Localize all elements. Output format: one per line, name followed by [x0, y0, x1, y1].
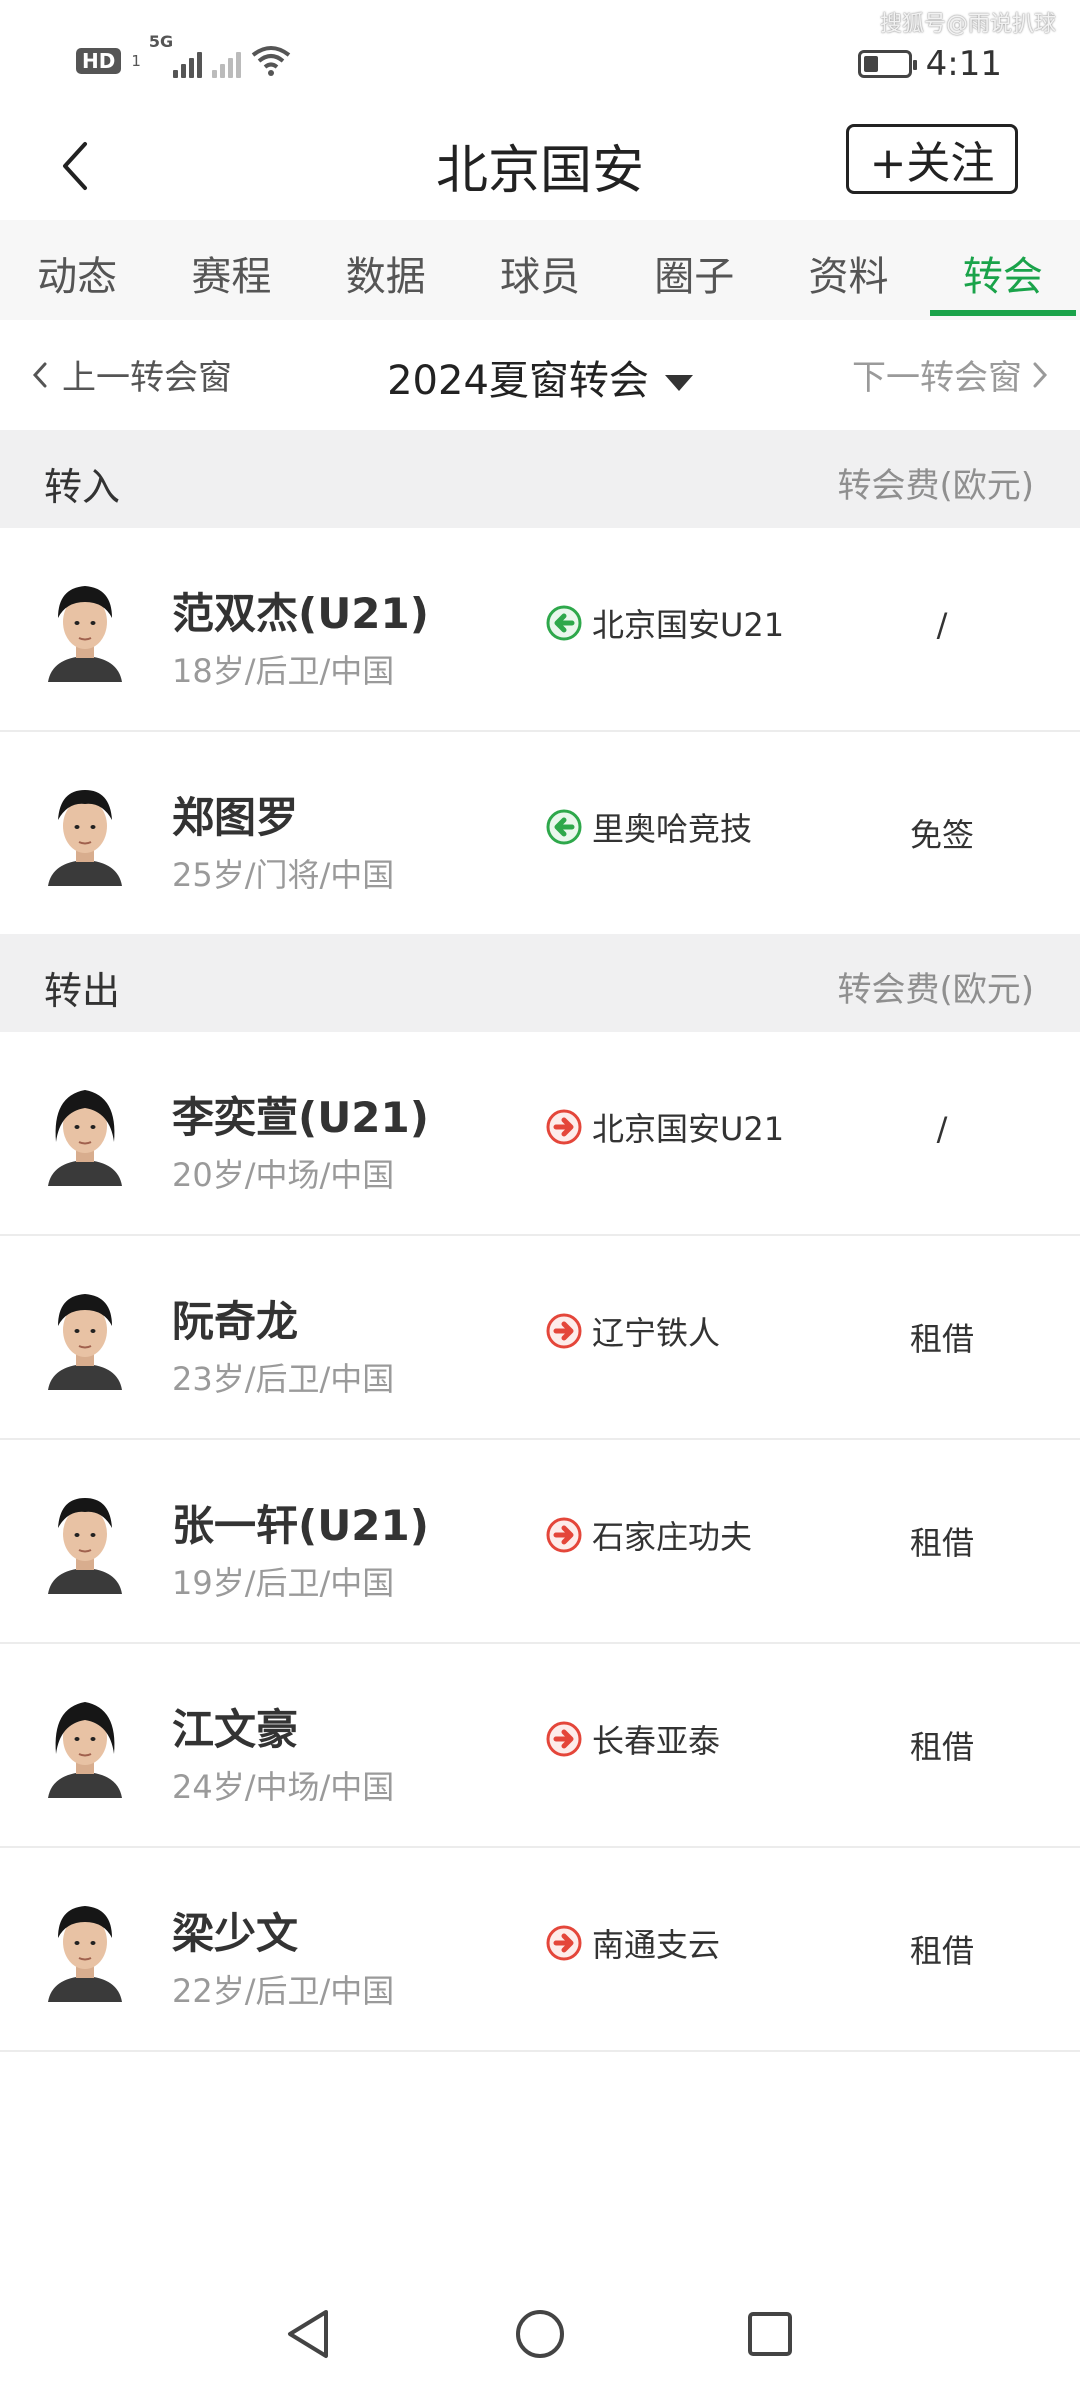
status-icons-left: HD 1 5G [76, 32, 291, 78]
player-avatar [44, 578, 126, 682]
transfer-row[interactable]: 张一轩(U21) 19岁/后卫/中国 石家庄功夫 租借 [0, 1440, 1080, 1644]
player-meta: 22岁/后卫/中国 [172, 1972, 395, 2010]
transfer-row[interactable]: 李奕萱(U21) 20岁/中场/中国 北京国安U21 / [0, 1032, 1080, 1236]
section-title: 转出 [44, 969, 121, 1013]
section-header-in: 转入 转会费(欧元) [0, 430, 1080, 528]
club-name: 长春亚泰 [592, 1722, 721, 1760]
dropdown-triangle-icon [664, 375, 693, 391]
player-name: 范双杰(U21) [172, 589, 429, 638]
app-header: 北京国安 +关注 [0, 110, 1080, 220]
clock: 4:11 [925, 44, 1002, 84]
circle-home-icon [516, 2310, 564, 2358]
tab-players[interactable]: 球员 [463, 220, 617, 320]
tab-transfers[interactable]: 转会 [926, 220, 1080, 320]
club-name: 南通支云 [592, 1926, 721, 1964]
transfer-row[interactable]: 范双杰(U21) 18岁/后卫/中国 北京国安U21 / [0, 528, 1080, 732]
player-name: 张一轩(U21) [172, 1501, 429, 1550]
player-meta: 24岁/中场/中国 [172, 1768, 395, 1806]
arrow-out-icon [546, 1721, 582, 1757]
status-icons-right: 4:11 [857, 44, 1002, 84]
network-type-label: 5G [148, 32, 174, 51]
player-name: 梁少文 [172, 1909, 299, 1958]
player-meta: 23岁/后卫/中国 [172, 1360, 395, 1398]
club-name: 北京国安U21 [592, 606, 785, 644]
triangle-back-icon [288, 2310, 328, 2358]
signal-sim2-icon [211, 44, 241, 78]
tab-stats[interactable]: 数据 [309, 220, 463, 320]
fee-column-header: 转会费(欧元) [837, 466, 1034, 506]
system-nav-bar [0, 2280, 1080, 2388]
arrow-in-icon [546, 605, 582, 641]
wifi-icon [251, 46, 291, 76]
follow-button[interactable]: +关注 [846, 124, 1018, 194]
section-header-out: 转出 转会费(欧元) [0, 934, 1080, 1032]
tab-community[interactable]: 圈子 [617, 220, 771, 320]
nav-back-button[interactable] [268, 2294, 348, 2374]
player-avatar [44, 1082, 126, 1186]
player-meta: 18岁/后卫/中国 [172, 652, 395, 690]
player-avatar [44, 1694, 126, 1798]
transfer-window-nav: 上一转会窗 2024夏窗转会 下一转会窗 [0, 320, 1080, 430]
signal-5g-icon: 5G [149, 32, 202, 78]
tab-info[interactable]: 资料 [771, 220, 925, 320]
transfer-fee: 免签 [909, 816, 974, 854]
player-avatar [44, 1286, 126, 1390]
arrow-out-icon [546, 1925, 582, 1961]
transfer-fee: 租借 [909, 1524, 974, 1562]
watermark: 搜狐号@雨说扒球 [879, 12, 1056, 37]
transfer-fee: 租借 [909, 1728, 974, 1766]
hd-sim-label: 1 [131, 52, 141, 70]
nav-recents-button[interactable] [730, 2294, 810, 2374]
club-cell: 长春亚泰 [546, 1716, 720, 1762]
tab-bar: 动态 赛程 数据 球员 圈子 资料 转会 [0, 220, 1080, 320]
arrow-out-icon [546, 1517, 582, 1553]
next-window-button[interactable]: 下一转会窗 [852, 350, 1048, 399]
player-name: 江文豪 [172, 1705, 299, 1754]
player-avatar [44, 1898, 126, 2002]
transfer-row[interactable]: 郑图罗 25岁/门将/中国 里奥哈竞技 免签 [0, 732, 1080, 936]
player-name: 郑图罗 [172, 793, 299, 842]
club-cell: 石家庄功夫 [546, 1512, 752, 1558]
player-avatar [44, 782, 126, 886]
club-cell: 南通支云 [546, 1920, 720, 1966]
club-cell: 北京国安U21 [546, 1104, 784, 1150]
player-meta: 19岁/后卫/中国 [172, 1564, 395, 1602]
club-cell: 北京国安U21 [546, 600, 784, 646]
status-bar: 搜狐号@雨说扒球 HD 1 5G 4:11 [0, 0, 1080, 110]
transfer-row[interactable]: 阮奇龙 23岁/后卫/中国 辽宁铁人 租借 [0, 1236, 1080, 1440]
tab-news[interactable]: 动态 [0, 220, 154, 320]
arrow-out-icon [546, 1109, 582, 1145]
section-title: 转入 [44, 465, 121, 509]
club-name: 辽宁铁人 [592, 1314, 721, 1352]
club-name: 北京国安U21 [592, 1110, 785, 1148]
arrow-in-icon [546, 809, 582, 845]
club-name: 石家庄功夫 [592, 1518, 753, 1556]
battery-icon [857, 50, 917, 78]
nav-home-button[interactable] [500, 2294, 580, 2374]
player-meta: 25岁/门将/中国 [172, 856, 395, 894]
chevron-right-icon [1033, 362, 1048, 387]
square-recents-icon [748, 2312, 792, 2356]
current-window-label: 2024夏窗转会 [387, 358, 649, 404]
club-cell: 里奥哈竞技 [546, 804, 752, 850]
transfer-fee: 租借 [909, 1320, 974, 1358]
player-meta: 20岁/中场/中国 [172, 1156, 395, 1194]
player-avatar [44, 1490, 126, 1594]
transfer-row[interactable]: 江文豪 24岁/中场/中国 长春亚泰 租借 [0, 1644, 1080, 1848]
transfer-fee: / [936, 1110, 948, 1148]
hd-icon: HD [76, 48, 122, 74]
transfer-fee: 租借 [909, 1932, 974, 1970]
player-name: 阮奇龙 [172, 1297, 299, 1346]
club-name: 里奥哈竞技 [592, 810, 753, 848]
next-window-label: 下一转会窗 [852, 358, 1022, 398]
club-cell: 辽宁铁人 [546, 1308, 720, 1354]
tab-schedule[interactable]: 赛程 [154, 220, 308, 320]
player-name: 李奕萱(U21) [172, 1093, 429, 1142]
transfer-fee: / [936, 606, 948, 644]
fee-column-header: 转会费(欧元) [837, 970, 1034, 1010]
transfer-row[interactable]: 梁少文 22岁/后卫/中国 南通支云 租借 [0, 1848, 1080, 2052]
arrow-out-icon [546, 1313, 582, 1349]
